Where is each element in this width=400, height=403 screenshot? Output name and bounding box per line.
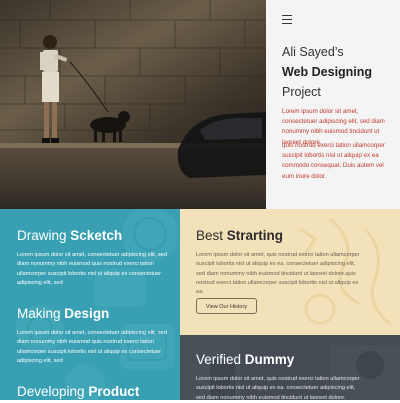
view-history-button[interactable]: View Our History xyxy=(196,298,257,314)
hamburger-menu-icon[interactable] xyxy=(282,15,292,24)
verified-title: Verified Dummy xyxy=(196,352,294,368)
starting-text: Lorem ipsum dolor sit amet, quis nostrud… xyxy=(196,252,360,296)
verified-title-bold: Dummy xyxy=(244,352,295,367)
feature-text-making: Lorem ipsum dolor sit amet, consectetuer… xyxy=(17,330,167,364)
feature-title-bold: Product xyxy=(88,384,140,399)
feature-title-making: Making Design xyxy=(17,306,109,322)
feature-title-light: Making xyxy=(17,306,61,321)
starting-title-bold: Strarting xyxy=(226,228,284,243)
intro-paragraph-2: quis nostrud exerci tation ullamcorper s… xyxy=(282,142,385,180)
feature-title-drawing: Drawing Scketch xyxy=(17,228,122,244)
verified-text: Lorem ipsum dolor sit amet, quis nostrud… xyxy=(196,376,360,401)
intro-title: Ali Sayed’s Web Designing Project xyxy=(282,42,392,102)
feature-title-light: Drawing xyxy=(17,228,67,243)
starting-title: Best Strarting xyxy=(196,228,283,244)
feature-title-light: Developing xyxy=(17,384,85,399)
hero-photo-illustration xyxy=(0,0,266,209)
hero-photo xyxy=(0,0,266,209)
intro-title-line2: Web Designing xyxy=(282,65,373,79)
verified-title-light: Verified xyxy=(196,352,242,367)
intro-title-line1: Ali Sayed’s xyxy=(282,45,344,59)
intro-title-line3: Project xyxy=(282,85,321,99)
feature-text-drawing: Lorem ipsum dolor sit amet, consectetuer… xyxy=(17,252,167,286)
feature-title-bold: Design xyxy=(64,306,110,321)
feature-title-developing: Developing Product xyxy=(17,384,139,400)
starting-title-light: Best xyxy=(196,228,224,243)
feature-title-bold: Scketch xyxy=(70,228,123,243)
